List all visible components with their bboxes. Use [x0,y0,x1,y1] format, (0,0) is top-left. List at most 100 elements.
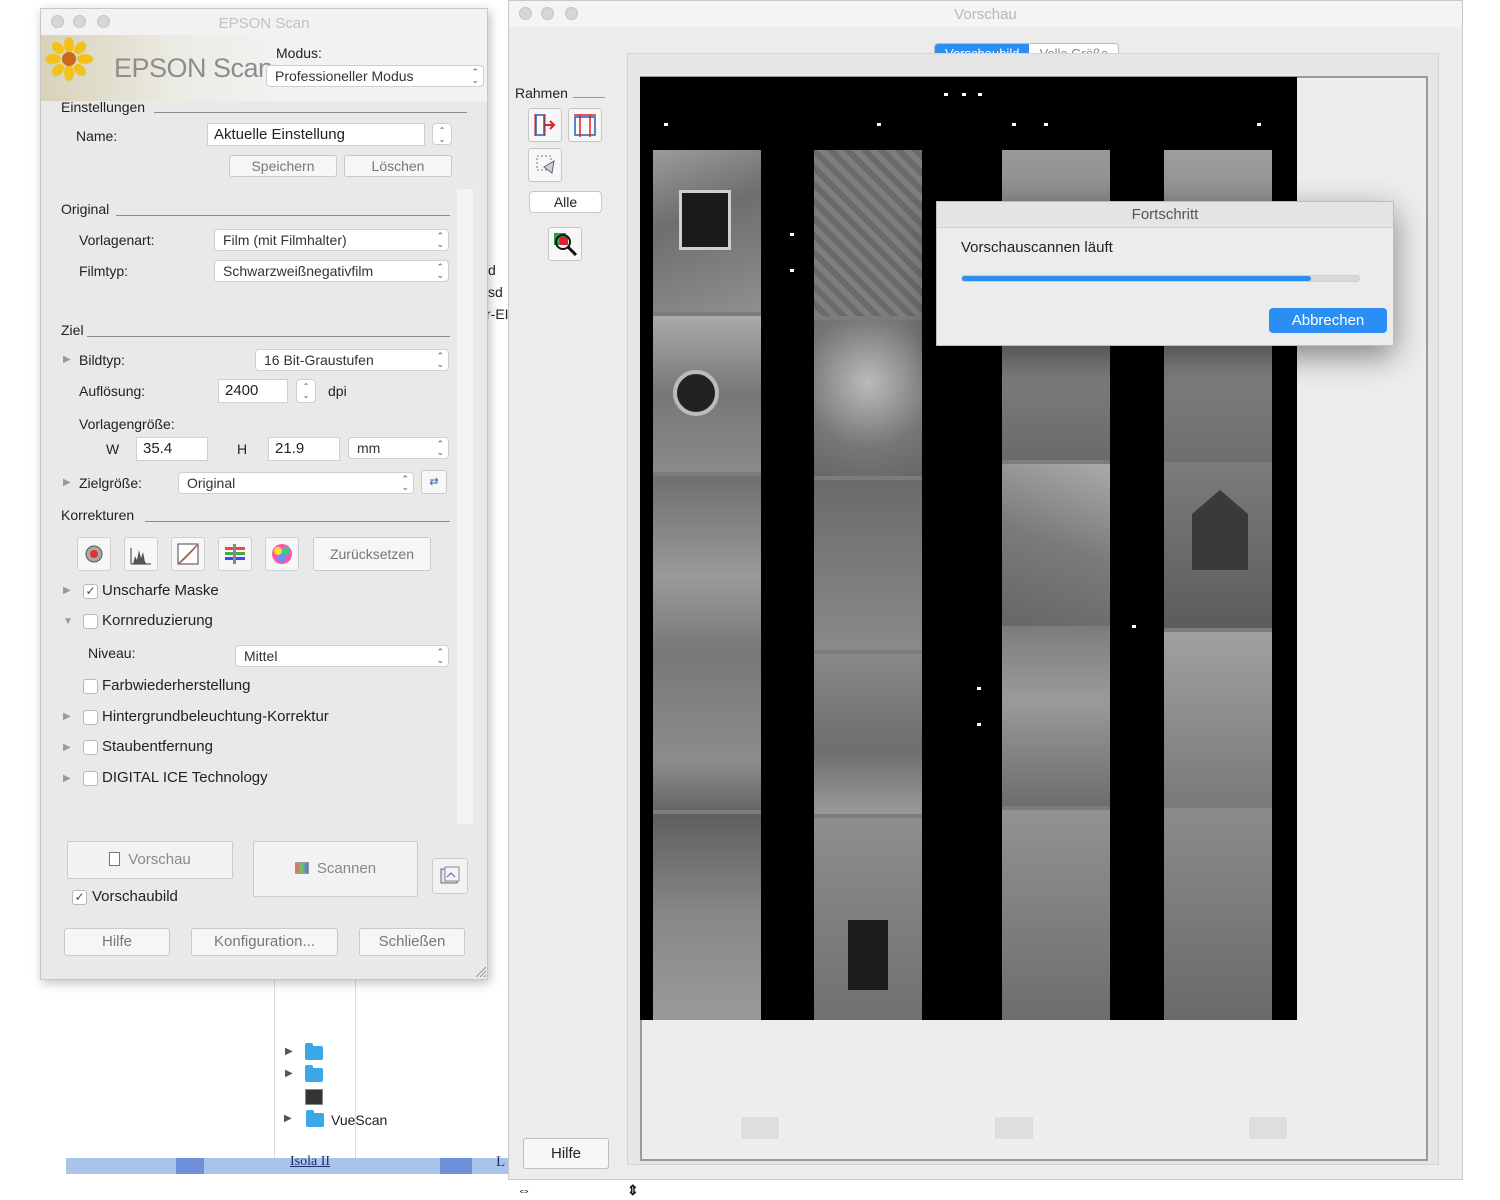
height-field[interactable]: 21.9 [268,437,340,461]
disclosure-triangle-icon[interactable]: ▶ [63,477,71,488]
document-icon [109,852,121,866]
background-text: sd [488,284,503,300]
name-label: Name: [76,128,118,144]
disclosure-triangle-icon[interactable]: ▶ [285,1046,293,1057]
background-link: Isola II [290,1154,331,1169]
reset-button[interactable]: Zurücksetzen [313,537,431,571]
scrollbar[interactable] [457,189,473,824]
folder-icon [305,1065,323,1082]
image-type-label: Bildtyp: [79,352,125,368]
disclosure-triangle-icon[interactable]: ▶ [285,1068,293,1079]
resize-horizontal-icon[interactable]: ⇔ [517,1182,531,1198]
digital-ice-label: DIGITAL ICE Technology [102,769,268,786]
grain-reduction-checkbox[interactable] [83,614,98,629]
film-type-select[interactable]: Schwarzweißnegativfilm ⌃ ⌄ [214,260,449,282]
resize-vertical-icon[interactable]: ⇕ [627,1182,639,1199]
chevron-updown-icon: ⌃ ⌄ [436,439,444,457]
background-letter: L [496,1154,506,1170]
finder-row-folder-1[interactable]: ▶ [275,1043,495,1065]
resolution-field[interactable]: 2400 [218,379,288,403]
preview-help-button[interactable]: Hilfe [523,1138,609,1169]
width-field[interactable]: 35.4 [136,437,208,461]
unsharp-mask-checkbox[interactable]: ✓ [83,584,98,599]
preview-button[interactable]: Vorschau [67,841,233,879]
close-button[interactable]: Schließen [359,928,465,956]
background-strip [66,1158,511,1174]
preview-placeholder [741,1117,779,1139]
disclosure-triangle-icon[interactable]: ▶ [284,1113,292,1124]
unit-value: mm [357,440,381,456]
target-size-label: Zielgröße: [79,475,143,491]
thumbnail-checkbox[interactable]: ✓ [72,890,87,905]
tone-curve-icon [177,543,199,565]
orientation-icon: ⇄ [429,476,439,488]
disclosure-triangle-icon[interactable]: ▶ [63,773,71,784]
target-size-select[interactable]: Original ⌃ ⌄ [178,472,414,494]
color-palette-button[interactable] [265,537,299,571]
epson-scan-window: EPSON Scan EPSON Scan Modus: Professione… [40,8,488,980]
configuration-button[interactable]: Konfiguration... [191,928,338,956]
color-restoration-checkbox[interactable] [83,679,98,694]
image-adjust-button[interactable] [218,537,252,571]
disclosure-triangle-icon[interactable]: ▶ [63,742,71,753]
thumbnail-label: Vorschaubild [92,888,178,905]
level-select[interactable]: Mittel ⌃ ⌄ [235,645,449,667]
resolution-label: Auflösung: [79,383,146,399]
digital-ice-checkbox[interactable] [83,771,98,786]
name-stepper[interactable]: ⌃ ⌄ [432,123,452,145]
image-type-select[interactable]: 16 Bit-Graustufen ⌃ ⌄ [255,349,449,371]
original-section-title: Original [61,201,110,217]
finder-row-vuescan[interactable]: ▶ VueScan [278,1110,498,1132]
mode-select[interactable]: Professioneller Modus ⌃ ⌄ [266,65,484,87]
target-size-edit-button[interactable]: ⇄ [421,470,447,494]
resize-grip-icon[interactable] [473,964,487,978]
cancel-button[interactable]: Abbrechen [1269,308,1387,333]
auto-locate-button[interactable] [528,108,562,142]
doc-type-value: Film (mit Filmhalter) [223,232,347,248]
backlight-correction-checkbox[interactable] [83,710,98,725]
delete-frame-button[interactable] [528,148,562,182]
progress-dialog: Fortschritt Vorschauscannen läuft Abbrec… [936,201,1394,346]
auto-exposure-button[interactable] [77,537,111,571]
delete-button[interactable]: Löschen [344,155,452,177]
finder-row-image[interactable] [275,1087,495,1109]
unit-select[interactable]: mm ⌃ ⌄ [348,437,449,459]
scan-button[interactable]: Scannen [253,841,418,897]
section-divider [116,215,450,216]
dust-removal-checkbox[interactable] [83,740,98,755]
progress-message: Vorschauscannen läuft [961,239,1113,256]
corrections-section-title: Korrekturen [61,507,135,523]
file-save-settings-button[interactable] [432,858,468,894]
doc-size-label: Vorlagengröße: [79,416,175,432]
folder-icon [306,1110,324,1127]
disclosure-triangle-expanded-icon[interactable]: ▼ [63,616,73,627]
color-restoration-label: Farbwiederherstellung [102,677,251,694]
finder-row-folder-2[interactable]: ▶ [275,1065,495,1087]
zoom-preview-button[interactable] [548,227,582,261]
resolution-stepper[interactable]: ⌃ ⌄ [296,379,316,403]
save-button[interactable]: Speichern [229,155,337,177]
doc-type-select[interactable]: Film (mit Filmhalter) ⌃ ⌄ [214,229,449,251]
chevron-updown-icon: ⌃ ⌄ [471,67,479,85]
scan-icon [294,862,309,874]
disclosure-triangle-icon[interactable]: ▶ [63,354,71,365]
chevron-updown-icon: ⌃ ⌄ [401,474,409,492]
disclosure-triangle-icon[interactable]: ▶ [63,585,71,596]
preview-placeholder [1249,1117,1287,1139]
frame-layout-button[interactable] [568,108,602,142]
histogram-button[interactable] [124,537,158,571]
resolution-unit: dpi [328,383,347,399]
epson-banner: EPSON Scan Modus: Professioneller Modus … [41,35,487,101]
background-text: d [488,262,496,278]
histogram-icon [130,548,151,565]
magnifier-icon [554,233,578,257]
preview-window: Vorschau Vorschaubild Volle Größe Rahmen… [508,0,1463,1198]
tone-curve-button[interactable] [171,537,205,571]
frame-label: Rahmen [515,85,568,101]
name-field[interactable]: Aktuelle Einstellung [207,123,425,146]
mode-label: Modus: [276,45,322,61]
help-button[interactable]: Hilfe [64,928,170,956]
disclosure-triangle-icon[interactable]: ▶ [63,711,71,722]
all-button[interactable]: Alle [529,191,602,213]
width-label: W [106,441,120,457]
